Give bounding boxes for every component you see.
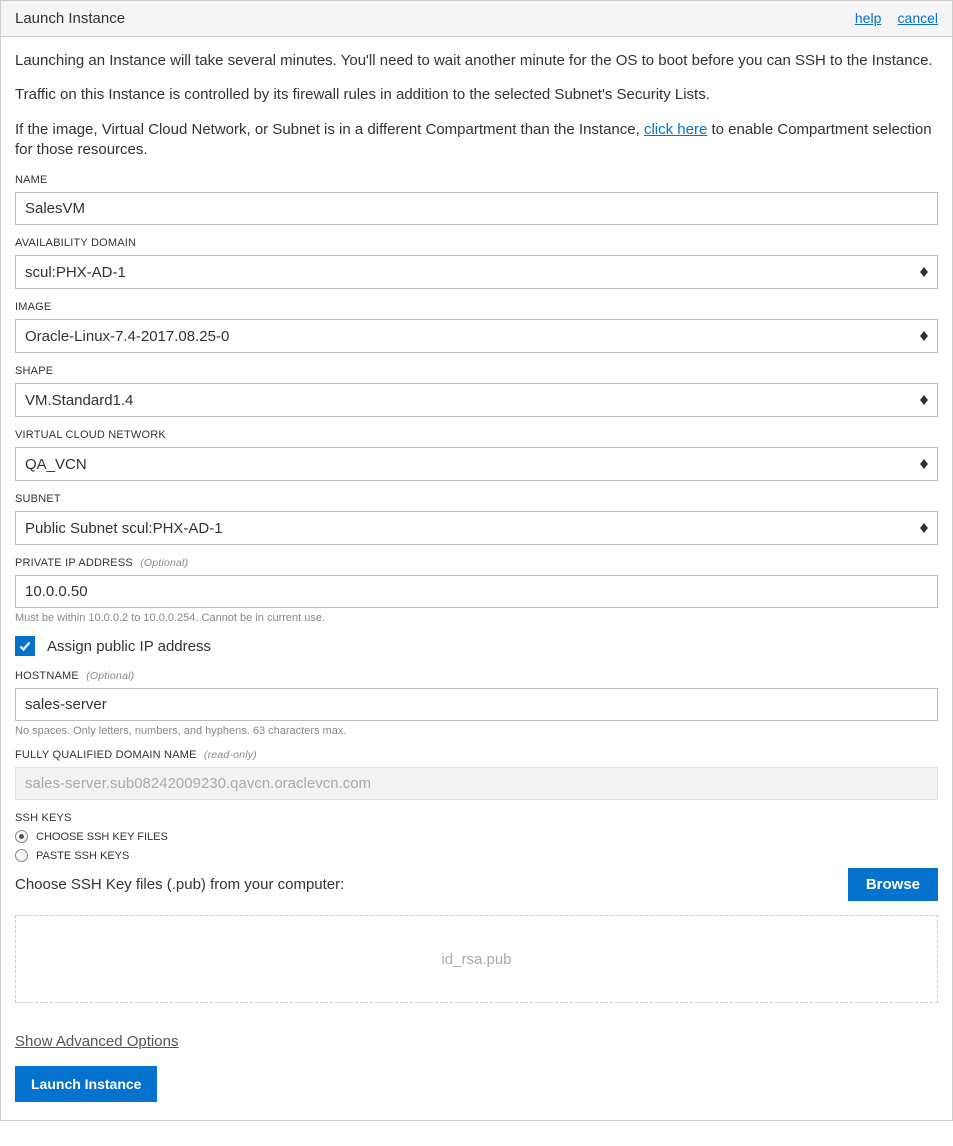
fqdn-group: FULLY QUALIFIED DOMAIN NAME (read-only) <box>15 749 938 800</box>
ssh-paste-label: PASTE SSH KEYS <box>36 850 129 862</box>
ssh-browse-row: Choose SSH Key files (.pub) from your co… <box>15 868 938 901</box>
vcn-group: VIRTUAL CLOUD NETWORK QA_VCN <box>15 429 938 481</box>
name-input[interactable] <box>15 192 938 225</box>
ssh-file-name: id_rsa.pub <box>441 951 511 968</box>
chevron-updown-icon <box>917 519 931 537</box>
assign-public-ip-row: Assign public IP address <box>15 636 938 656</box>
ssh-choose-files-row: CHOOSE SSH KEY FILES <box>15 830 938 843</box>
availability-domain-select[interactable]: scul:PHX-AD-1 <box>15 255 938 289</box>
subnet-group: SUBNET Public Subnet scul:PHX-AD-1 <box>15 493 938 545</box>
chevron-updown-icon <box>917 327 931 345</box>
hostname-input[interactable] <box>15 688 938 721</box>
availability-domain-label: AVAILABILITY DOMAIN <box>15 237 938 249</box>
intro-p3: If the image, Virtual Cloud Network, or … <box>15 120 938 161</box>
vcn-select[interactable]: QA_VCN <box>15 447 938 481</box>
shape-select[interactable]: VM.Standard1.4 <box>15 383 938 417</box>
subnet-label: SUBNET <box>15 493 938 505</box>
image-select[interactable]: Oracle-Linux-7.4-2017.08.25-0 <box>15 319 938 353</box>
assign-public-ip-checkbox[interactable] <box>15 636 35 656</box>
name-label: NAME <box>15 174 938 186</box>
ssh-keys-group: SSH KEYS CHOOSE SSH KEY FILES PASTE SSH … <box>15 812 938 1003</box>
shape-label: SHAPE <box>15 365 938 377</box>
dialog-content: Launching an Instance will take several … <box>1 37 952 1120</box>
ssh-paste-row: PASTE SSH KEYS <box>15 849 938 862</box>
hostname-group: HOSTNAME (Optional) No spaces. Only lett… <box>15 670 938 737</box>
ssh-keys-label: SSH KEYS <box>15 812 938 824</box>
private-ip-group: PRIVATE IP ADDRESS (Optional) Must be wi… <box>15 557 938 624</box>
image-label: IMAGE <box>15 301 938 313</box>
image-group: IMAGE Oracle-Linux-7.4-2017.08.25-0 <box>15 301 938 353</box>
dialog-title: Launch Instance <box>15 10 125 27</box>
header-links: help cancel <box>843 10 938 27</box>
help-link[interactable]: help <box>855 10 881 26</box>
subnet-select[interactable]: Public Subnet scul:PHX-AD-1 <box>15 511 938 545</box>
chevron-updown-icon <box>917 455 931 473</box>
ssh-choose-files-radio[interactable] <box>15 830 28 843</box>
browse-button[interactable]: Browse <box>848 868 938 901</box>
private-ip-label: PRIVATE IP ADDRESS (Optional) <box>15 557 938 569</box>
chevron-updown-icon <box>917 263 931 281</box>
private-ip-input[interactable] <box>15 575 938 608</box>
hostname-help: No spaces. Only letters, numbers, and hy… <box>15 725 938 737</box>
chevron-updown-icon <box>917 391 931 409</box>
launch-instance-dialog: Launch Instance help cancel Launching an… <box>0 0 953 1121</box>
show-advanced-options-link[interactable]: Show Advanced Options <box>15 1033 178 1050</box>
ssh-choose-files-label: CHOOSE SSH KEY FILES <box>36 831 168 843</box>
compartment-click-here-link[interactable]: click here <box>644 121 707 138</box>
vcn-label: VIRTUAL CLOUD NETWORK <box>15 429 938 441</box>
hostname-label: HOSTNAME (Optional) <box>15 670 938 682</box>
availability-domain-group: AVAILABILITY DOMAIN scul:PHX-AD-1 <box>15 237 938 289</box>
launch-instance-button[interactable]: Launch Instance <box>15 1066 157 1102</box>
intro-p1: Launching an Instance will take several … <box>15 51 938 71</box>
name-group: NAME <box>15 174 938 225</box>
shape-group: SHAPE VM.Standard1.4 <box>15 365 938 417</box>
private-ip-help: Must be within 10.0.0.2 to 10.0.0.254. C… <box>15 612 938 624</box>
ssh-prompt: Choose SSH Key files (.pub) from your co… <box>15 876 344 893</box>
fqdn-label: FULLY QUALIFIED DOMAIN NAME (read-only) <box>15 749 938 761</box>
intro-p2: Traffic on this Instance is controlled b… <box>15 85 938 105</box>
ssh-file-dropzone[interactable]: id_rsa.pub <box>15 915 938 1003</box>
cancel-link[interactable]: cancel <box>898 10 938 26</box>
fqdn-input <box>15 767 938 800</box>
dialog-header: Launch Instance help cancel <box>1 1 952 37</box>
assign-public-ip-label: Assign public IP address <box>47 638 211 655</box>
intro-text: Launching an Instance will take several … <box>15 51 938 160</box>
ssh-paste-radio[interactable] <box>15 849 28 862</box>
